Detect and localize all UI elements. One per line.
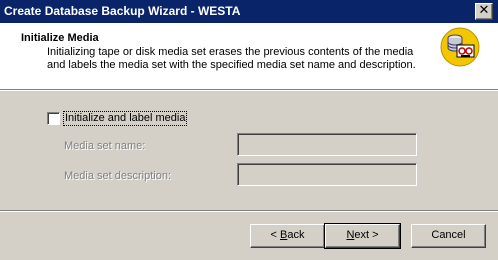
initialize-media-checkbox[interactable] — [47, 112, 60, 125]
media-set-name-label: Media set name: — [64, 140, 146, 152]
cancel-button[interactable]: Cancel — [411, 224, 486, 248]
window-title: Create Database Backup Wizard - WESTA — [4, 4, 241, 18]
back-label: ack — [287, 229, 305, 241]
back-button[interactable]: < Back — [250, 224, 325, 248]
title-bar[interactable]: Create Database Backup Wizard - WESTA ✕ — [0, 0, 498, 24]
media-set-name-input[interactable] — [237, 133, 417, 156]
wizard-window: Create Database Backup Wizard - WESTA ✕ … — [0, 0, 498, 260]
page-description: Initializing tape or disk media set eras… — [47, 46, 416, 71]
wizard-header: Initialize Media Initializing tape or di… — [0, 24, 498, 89]
next-suffix: > — [369, 229, 379, 241]
database-backup-tape-icon — [440, 27, 480, 67]
page-title: Initialize Media — [21, 32, 99, 44]
close-icon: ✕ — [478, 3, 490, 18]
media-set-description-input[interactable] — [237, 163, 417, 186]
next-label: ext — [354, 229, 370, 241]
back-prefix: < — [270, 229, 280, 241]
initialize-media-label[interactable]: Initialize and label media — [63, 111, 188, 126]
next-button[interactable]: Next > — [324, 223, 401, 249]
header-divider — [0, 89, 498, 91]
close-button[interactable]: ✕ — [475, 3, 493, 20]
media-set-description-label: Media set description: — [64, 170, 171, 182]
footer-divider — [0, 210, 498, 212]
